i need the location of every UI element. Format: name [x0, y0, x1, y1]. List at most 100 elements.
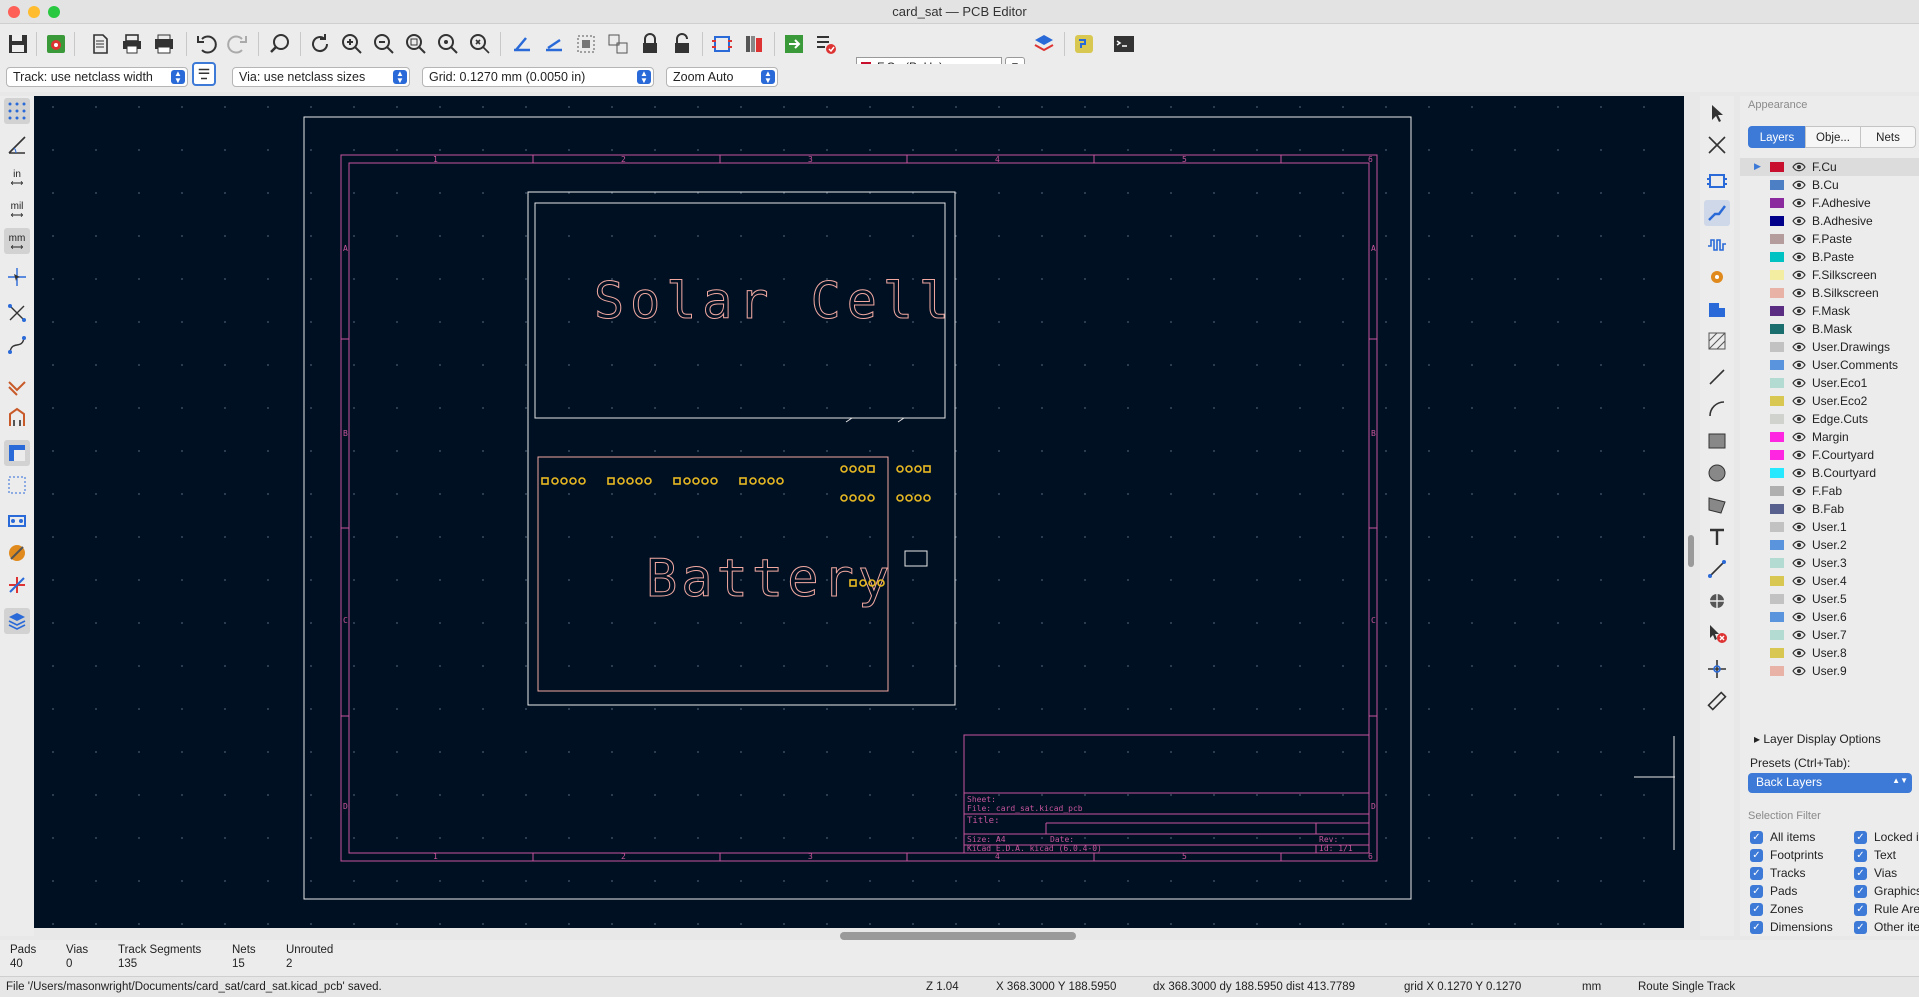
filter-checkbox-row[interactable]: ✓ Locked items [1854, 830, 1919, 846]
visibility-eye-icon[interactable] [1792, 484, 1806, 498]
grid-origin-icon[interactable] [1704, 656, 1730, 682]
layer-color-swatch[interactable] [1770, 414, 1784, 424]
layer-color-swatch[interactable] [1770, 198, 1784, 208]
tune-length-icon[interactable] [1704, 232, 1730, 258]
find-icon[interactable] [266, 30, 294, 58]
draw-rectangle-icon[interactable] [1704, 428, 1730, 454]
checkbox-checked-icon[interactable]: ✓ [1750, 867, 1763, 880]
tab-layers[interactable]: Layers [1748, 126, 1806, 148]
unit-inches-button[interactable]: in ⟷ [4, 164, 30, 190]
draw-polygon-icon[interactable] [1704, 492, 1730, 518]
visibility-eye-icon[interactable] [1792, 574, 1806, 588]
layer-row[interactable]: B.Silkscreen [1740, 284, 1919, 302]
tab-objects[interactable]: Obje... [1805, 126, 1861, 148]
zoom-out-icon[interactable] [370, 30, 398, 58]
filter-checkbox-row[interactable]: ✓ Vias [1854, 866, 1919, 882]
visibility-eye-icon[interactable] [1792, 502, 1806, 516]
update-from-schematic-icon[interactable] [780, 30, 808, 58]
visibility-eye-icon[interactable] [1792, 214, 1806, 228]
redo-icon[interactable] [224, 30, 252, 58]
visibility-eye-icon[interactable] [1792, 664, 1806, 678]
checkbox-checked-icon[interactable]: ✓ [1750, 885, 1763, 898]
layer-color-swatch[interactable] [1770, 504, 1784, 514]
tab-nets[interactable]: Nets [1860, 126, 1916, 148]
layer-color-swatch[interactable] [1770, 594, 1784, 604]
layer-row[interactable]: User.Eco2 [1740, 392, 1919, 410]
layer-pair-icon[interactable] [1030, 30, 1058, 58]
visibility-eye-icon[interactable] [1792, 322, 1806, 336]
layer-row[interactable]: B.Courtyard [1740, 464, 1919, 482]
layer-row[interactable]: F.Silkscreen [1740, 266, 1919, 284]
highlight-net-icon[interactable] [1704, 132, 1730, 158]
plot-icon[interactable] [150, 30, 178, 58]
draw-circle-icon[interactable] [1704, 460, 1730, 486]
layer-row[interactable]: User.2 [1740, 536, 1919, 554]
visibility-eye-icon[interactable] [1792, 340, 1806, 354]
show-zones-icon[interactable] [4, 440, 30, 466]
add-text-icon[interactable] [1704, 524, 1730, 550]
grid-select[interactable]: Grid: 0.1270 mm (0.0050 in) ▲ ▼ [422, 67, 654, 87]
route-track-icon[interactable] [1704, 200, 1730, 226]
visibility-eye-icon[interactable] [1792, 394, 1806, 408]
layer-row[interactable]: User.5 [1740, 590, 1919, 608]
scripting-icon[interactable] [1070, 30, 1098, 58]
layer-color-swatch[interactable] [1770, 450, 1784, 460]
zoom-objects-icon[interactable] [434, 30, 462, 58]
presets-select[interactable]: Back Layers ▲▼ [1748, 773, 1912, 793]
layer-color-swatch[interactable] [1770, 324, 1784, 334]
layer-color-swatch[interactable] [1770, 486, 1784, 496]
via-display-icon[interactable] [4, 508, 30, 534]
layer-color-swatch[interactable] [1770, 612, 1784, 622]
footprint-editor-icon[interactable] [708, 30, 736, 58]
visibility-eye-icon[interactable] [1792, 538, 1806, 552]
save-icon[interactable] [4, 30, 32, 58]
visibility-eye-icon[interactable] [1792, 646, 1806, 660]
visibility-eye-icon[interactable] [1792, 556, 1806, 570]
undo-icon[interactable] [192, 30, 220, 58]
add-via-icon[interactable] [1704, 264, 1730, 290]
layer-alignment-target-icon[interactable] [1704, 588, 1730, 614]
rotate-ccw-icon[interactable] [508, 30, 536, 58]
layer-color-swatch[interactable] [1770, 576, 1784, 586]
polar-coords-icon[interactable] [4, 132, 30, 158]
page-settings-icon[interactable] [86, 30, 114, 58]
layer-color-swatch[interactable] [1770, 648, 1784, 658]
visibility-eye-icon[interactable] [1792, 466, 1806, 480]
filter-checkbox-row[interactable]: ✓ Text [1854, 848, 1919, 864]
layer-color-swatch[interactable] [1770, 540, 1784, 550]
net-color-icon[interactable] [4, 572, 30, 598]
draw-line-icon[interactable] [1704, 364, 1730, 390]
visibility-eye-icon[interactable] [1792, 520, 1806, 534]
zoom-select[interactable]: Zoom Auto ▲ ▼ [666, 67, 778, 87]
lock-icon[interactable] [636, 30, 664, 58]
layer-row[interactable]: F.Courtyard [1740, 446, 1919, 464]
checkbox-checked-icon[interactable]: ✓ [1854, 921, 1867, 934]
layer-color-swatch[interactable] [1770, 522, 1784, 532]
filter-checkbox-row[interactable]: ✓ Graphics [1854, 884, 1919, 900]
visibility-eye-icon[interactable] [1792, 286, 1806, 300]
grid-toggle-icon[interactable] [4, 98, 30, 124]
checkbox-checked-icon[interactable]: ✓ [1750, 921, 1763, 934]
layer-row[interactable]: User.Comments [1740, 356, 1919, 374]
group-icon[interactable] [604, 30, 632, 58]
layer-color-swatch[interactable] [1770, 468, 1784, 478]
layer-color-swatch[interactable] [1770, 396, 1784, 406]
checkbox-checked-icon[interactable]: ✓ [1854, 849, 1867, 862]
layer-color-swatch[interactable] [1770, 162, 1784, 172]
layer-row[interactable]: User.3 [1740, 554, 1919, 572]
visibility-eye-icon[interactable] [1792, 628, 1806, 642]
layer-color-swatch[interactable] [1770, 234, 1784, 244]
visibility-eye-icon[interactable] [1792, 610, 1806, 624]
visibility-eye-icon[interactable] [1792, 178, 1806, 192]
pcb-canvas[interactable]: 1 2 3 4 5 6 1 2 3 4 5 6 A B C D A B C D … [34, 96, 1684, 928]
show-tracks-icon[interactable] [4, 372, 30, 398]
layer-color-swatch[interactable] [1770, 306, 1784, 316]
visibility-eye-icon[interactable] [1792, 268, 1806, 282]
appearance-panel-icon[interactable] [4, 608, 30, 634]
layer-color-swatch[interactable] [1770, 378, 1784, 388]
zoom-fit-icon[interactable] [402, 30, 430, 58]
high-contrast-icon[interactable] [4, 540, 30, 566]
checkbox-checked-icon[interactable]: ✓ [1750, 903, 1763, 916]
layer-color-swatch[interactable] [1770, 666, 1784, 676]
visibility-eye-icon[interactable] [1792, 412, 1806, 426]
